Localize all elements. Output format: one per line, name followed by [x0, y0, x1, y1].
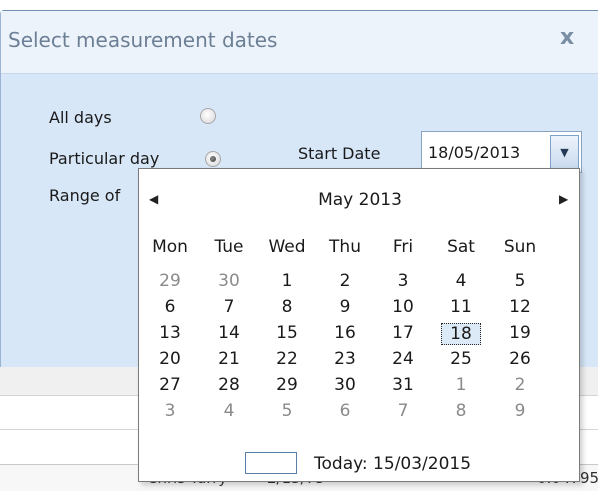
- calendar-day[interactable]: 24: [383, 349, 423, 369]
- calendar-day[interactable]: 9: [325, 297, 365, 317]
- calendar-day[interactable]: 26: [500, 349, 540, 369]
- calendar-day[interactable]: 7: [383, 401, 423, 421]
- calendar-day[interactable]: 21: [209, 349, 249, 369]
- calendar-day[interactable]: 7: [209, 297, 249, 317]
- dialog-title: Select measurement dates: [8, 28, 278, 52]
- option-particular-day-radio[interactable]: [205, 151, 221, 167]
- calendar-day[interactable]: 30: [209, 271, 249, 291]
- weekday-header-wed: Wed: [268, 237, 306, 257]
- weekday-header-sun: Sun: [503, 237, 537, 257]
- calendar-day[interactable]: 16: [325, 323, 365, 343]
- calendar-day[interactable]: 1: [267, 271, 307, 291]
- calendar-day[interactable]: 29: [150, 271, 190, 291]
- calendar-day[interactable]: 28: [209, 375, 249, 395]
- weekday-header-mon: Mon: [152, 237, 188, 257]
- calendar-day[interactable]: 8: [441, 401, 481, 421]
- option-particular-day-label: Particular day: [49, 149, 160, 168]
- calendar-day[interactable]: 19: [500, 323, 540, 343]
- calendar-day[interactable]: 3: [383, 271, 423, 291]
- calendar-day[interactable]: 14: [209, 323, 249, 343]
- weekday-header-fri: Fri: [392, 237, 414, 257]
- calendar-day[interactable]: 29: [267, 375, 307, 395]
- calendar-day[interactable]: 6: [150, 297, 190, 317]
- calendar-day[interactable]: 5: [500, 271, 540, 291]
- calendar-day[interactable]: 12: [500, 297, 540, 317]
- date-dropdown-button[interactable]: ▼: [550, 135, 579, 169]
- calendar-day[interactable]: 15: [267, 323, 307, 343]
- weekday-header-sat: Sat: [447, 237, 475, 257]
- calendar-month-label[interactable]: May 2013: [139, 190, 581, 210]
- calendar-day[interactable]: 1: [441, 375, 481, 395]
- calendar-day[interactable]: 23: [325, 349, 365, 369]
- calendar-day[interactable]: 2: [500, 375, 540, 395]
- start-date-value[interactable]: 18/05/2013: [428, 143, 520, 162]
- dialog-title-bar[interactable]: Select measurement dates x: [1, 11, 598, 74]
- chevron-down-icon: ▼: [560, 145, 569, 159]
- calendar-day[interactable]: 20: [150, 349, 190, 369]
- calendar-day[interactable]: 3: [150, 401, 190, 421]
- calendar-day[interactable]: 27: [150, 375, 190, 395]
- weekday-header-thu: Thu: [329, 237, 361, 257]
- calendar-popup: ◀ May 2013 ▶ Today: 15/03/2015 Mon Tue Wed…: [138, 168, 580, 482]
- today-swatch[interactable]: [245, 452, 297, 474]
- calendar-day[interactable]: 9: [500, 401, 540, 421]
- triangle-right-icon[interactable]: ▶: [559, 192, 568, 206]
- option-all-days-label: All days: [49, 108, 112, 127]
- calendar-day[interactable]: 8: [267, 297, 307, 317]
- calendar-day[interactable]: 5: [267, 401, 307, 421]
- calendar-day[interactable]: 11: [441, 297, 481, 317]
- option-all-days-radio[interactable]: [200, 108, 216, 124]
- calendar-day-selected[interactable]: 18: [441, 323, 481, 345]
- calendar-day[interactable]: 6: [325, 401, 365, 421]
- calendar-day[interactable]: 2: [325, 271, 365, 291]
- calendar-day[interactable]: 4: [209, 401, 249, 421]
- calendar-day[interactable]: 25: [441, 349, 481, 369]
- calendar-day[interactable]: 31: [383, 375, 423, 395]
- calendar-day[interactable]: 30: [325, 375, 365, 395]
- calendar-day[interactable]: 4: [441, 271, 481, 291]
- start-date-label: Start Date: [298, 144, 381, 163]
- calendar-day[interactable]: 17: [383, 323, 423, 343]
- calendar-day[interactable]: 22: [267, 349, 307, 369]
- calendar-day[interactable]: 13: [150, 323, 190, 343]
- calendar-day[interactable]: 10: [383, 297, 423, 317]
- today-link[interactable]: Today: 15/03/2015: [314, 454, 471, 474]
- option-range-label: Range of: [49, 186, 121, 205]
- weekday-header-tue: Tue: [214, 237, 244, 257]
- start-date-picker[interactable]: 18/05/2013 ▼: [421, 131, 582, 173]
- close-icon[interactable]: x: [560, 25, 584, 51]
